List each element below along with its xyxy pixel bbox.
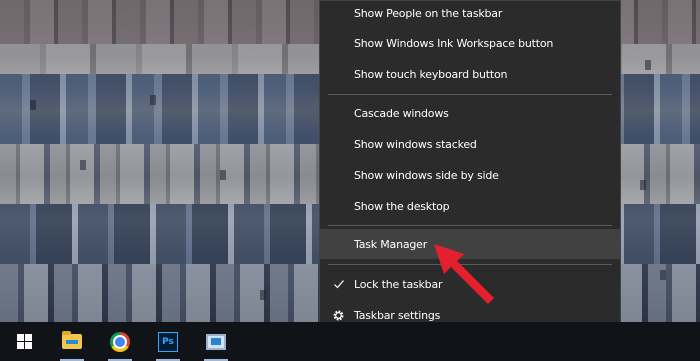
wallpaper-window [660,270,666,280]
wallpaper-window [80,160,86,170]
chrome-icon [110,331,130,352]
menu-item-label: Show windows side by side [354,168,499,182]
wallpaper-window [150,95,156,105]
menu-item-show-ink-workspace[interactable]: Show Windows Ink Workspace button [320,28,620,58]
annotation-arrow-icon [434,244,494,304]
check-icon [334,280,344,289]
menu-item-show-windows-side-by-side[interactable]: Show windows side by side [320,160,620,190]
menu-item-label: Show People on the taskbar [354,6,503,20]
taskbar-photoshop-button[interactable]: Ps [144,322,192,361]
menu-item-label: Taskbar settings [354,308,441,322]
wallpaper-window [30,100,36,110]
menu-item-label: Show windows stacked [354,137,477,151]
menu-item-label: Show the desktop [354,199,450,213]
menu-item-show-desktop[interactable]: Show the desktop [320,191,620,221]
menu-separator [328,225,612,226]
menu-item-show-touch-keyboard[interactable]: Show touch keyboard button [320,59,620,89]
taskbar: Ps [0,322,700,361]
folder-icon [62,331,82,349]
gear-icon [333,309,344,321]
menu-item-cascade-windows[interactable]: Cascade windows [320,98,620,128]
taskbar-chrome-button[interactable] [96,322,144,361]
taskbar-remote-desktop-button[interactable] [192,322,240,361]
menu-item-show-people[interactable]: Show People on the taskbar [320,0,620,28]
wallpaper-window [260,290,266,300]
menu-separator [328,94,612,95]
remote-desktop-icon [206,333,226,350]
start-button[interactable] [0,322,48,361]
photoshop-icon: Ps [158,331,178,352]
menu-item-label: Cascade windows [354,106,449,120]
menu-item-label: Show Windows Ink Workspace button [354,36,554,50]
menu-item-label: Show touch keyboard button [354,67,508,81]
wallpaper-window [645,60,651,70]
menu-item-label: Task Manager [354,237,428,251]
wallpaper-window [640,180,646,190]
menu-item-show-windows-stacked[interactable]: Show windows stacked [320,129,620,159]
windows-logo-icon [16,334,32,349]
taskbar-file-explorer-button[interactable] [48,322,96,361]
wallpaper-window [220,170,226,180]
